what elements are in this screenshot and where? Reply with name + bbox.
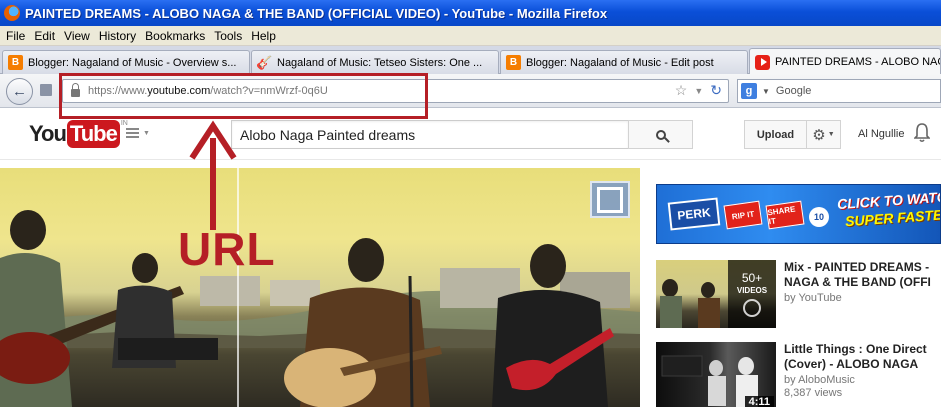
blogger-icon bbox=[506, 55, 521, 70]
url-annotation-label: URL bbox=[178, 223, 276, 275]
window-title: PAINTED DREAMS - ALOBO NAGA & THE BAND (… bbox=[25, 5, 608, 21]
settings-button[interactable]: ⚙ ▼ bbox=[806, 120, 841, 149]
guide-button[interactable]: ▼ bbox=[126, 128, 150, 138]
annotation-arrow-icon bbox=[189, 120, 237, 230]
ad-perk-logo: PERK bbox=[667, 197, 721, 231]
hamburger-menu-icon bbox=[126, 128, 139, 138]
list-item[interactable]: 50+ VIDEOS Mix - PAINTED DREAMS - NAGA &… bbox=[656, 260, 941, 330]
bookmark-star-icon[interactable]: ☆ bbox=[675, 82, 688, 99]
blogger-icon bbox=[8, 55, 23, 70]
watch-sidebar: PERK RIP IT SHARE IT 10 CLICK TO WATCH S… bbox=[640, 160, 941, 407]
menu-file[interactable]: File bbox=[6, 29, 25, 43]
video-thumbnail[interactable]: 4:11 bbox=[656, 342, 776, 407]
caret-down-icon[interactable]: ▼ bbox=[762, 87, 770, 96]
menu-view[interactable]: View bbox=[64, 29, 90, 43]
page-menu-icon[interactable] bbox=[40, 84, 52, 96]
youtube-logo[interactable]: You Tube IN bbox=[29, 120, 128, 148]
browser-search-box[interactable]: g ▼ Google bbox=[737, 79, 941, 103]
video-title-line-2[interactable]: (Cover) - ALOBO NAGA bbox=[784, 357, 941, 372]
video-thumbnail[interactable]: 50+ VIDEOS bbox=[656, 260, 776, 328]
tab-bar: Blogger: Nagaland of Music - Overview s.… bbox=[0, 46, 941, 75]
navigation-bar: ← https://www.youtube.com/watch?v=nmWrzf… bbox=[0, 74, 941, 108]
video-title-line-1[interactable]: Mix - PAINTED DREAMS - bbox=[784, 260, 941, 275]
tab-label: Blogger: Nagaland of Music - Overview s.… bbox=[28, 56, 237, 69]
dropdown-arrow-icon[interactable]: ▼ bbox=[694, 86, 703, 96]
reload-icon[interactable]: ↻ bbox=[710, 82, 722, 99]
list-item[interactable]: 4:11 Little Things : One Direct (Cover) … bbox=[656, 342, 941, 407]
caret-down-icon: ▼ bbox=[827, 131, 835, 138]
window-titlebar: PAINTED DREAMS - ALOBO NAGA & THE BAND (… bbox=[0, 0, 941, 26]
video-views: 8,387 views bbox=[784, 387, 843, 399]
menu-history[interactable]: History bbox=[99, 29, 136, 43]
tab-painted-dreams[interactable]: PAINTED DREAMS - ALOBO NAGA & bbox=[749, 48, 941, 75]
video-title-line-1[interactable]: Little Things : One Direct bbox=[784, 342, 941, 357]
video-byline: by YouTube bbox=[784, 292, 842, 304]
video-title-line-2[interactable]: NAGA & THE BAND (OFFI bbox=[784, 275, 941, 290]
back-button[interactable]: ← bbox=[6, 78, 33, 105]
video-byline: by AloboMusic bbox=[784, 374, 855, 386]
search-icon bbox=[655, 129, 666, 140]
youtube-header: You Tube IN ▼ Alobo Naga Painted dreams … bbox=[0, 108, 941, 160]
arrow-left-icon: ← bbox=[12, 83, 27, 100]
playlist-overlay: 50+ VIDEOS bbox=[728, 260, 776, 328]
tab-tetseo-sisters[interactable]: 🎸 Nagaland of Music: Tetseo Sisters: One… bbox=[251, 50, 499, 74]
search-engine-placeholder: Google bbox=[775, 85, 812, 97]
url-bar[interactable]: https://www.youtube.com/watch?v=nmWrzf-0… bbox=[62, 79, 729, 103]
tab-label: Nagaland of Music: Tetseo Sisters: One .… bbox=[277, 56, 483, 69]
tab-blogger-edit-post[interactable]: Blogger: Nagaland of Music - Edit post bbox=[500, 50, 748, 74]
mix-radio-icon bbox=[743, 299, 761, 317]
expand-icon[interactable] bbox=[590, 181, 630, 218]
video-frame-band bbox=[0, 168, 630, 407]
tab-label: Blogger: Nagaland of Music - Edit post bbox=[526, 56, 714, 69]
user-name[interactable]: Al Ngullie bbox=[858, 128, 904, 140]
youtube-search-input[interactable]: Alobo Naga Painted dreams bbox=[231, 120, 629, 149]
guitar-icon: 🎸 bbox=[256, 54, 273, 70]
video-player[interactable] bbox=[0, 168, 640, 407]
firefox-logo-icon bbox=[4, 5, 20, 21]
lock-icon bbox=[71, 83, 80, 97]
menu-help[interactable]: Help bbox=[251, 29, 276, 43]
ad-share-it-label: SHARE IT bbox=[765, 200, 805, 230]
menu-bookmarks[interactable]: Bookmarks bbox=[145, 29, 205, 43]
ad-banner[interactable]: PERK RIP IT SHARE IT 10 CLICK TO WATCH S… bbox=[656, 184, 941, 244]
youtube-search-button[interactable] bbox=[628, 120, 693, 149]
playlist-label: VIDEOS bbox=[736, 286, 768, 295]
ad-ten-badge: 10 bbox=[809, 207, 829, 227]
tab-blogger-overview[interactable]: Blogger: Nagaland of Music - Overview s.… bbox=[2, 50, 250, 74]
upload-button[interactable]: Upload bbox=[744, 120, 807, 149]
menu-tools[interactable]: Tools bbox=[214, 29, 242, 43]
video-duration: 4:11 bbox=[744, 396, 774, 407]
google-icon[interactable]: g bbox=[741, 83, 757, 99]
tab-label: PAINTED DREAMS - ALOBO NAGA & bbox=[775, 56, 940, 68]
notification-bell-icon[interactable] bbox=[914, 123, 930, 143]
ad-rip-it-label: RIP IT bbox=[723, 200, 763, 230]
caret-down-icon: ▼ bbox=[143, 129, 150, 137]
url-text[interactable]: https://www.youtube.com/watch?v=nmWrzf-0… bbox=[88, 85, 328, 97]
menu-edit[interactable]: Edit bbox=[34, 29, 55, 43]
gear-icon: ⚙ bbox=[812, 126, 826, 144]
playlist-count: 50+ bbox=[741, 271, 763, 285]
menu-bar: File Edit View History Bookmarks Tools H… bbox=[0, 26, 941, 46]
youtube-icon bbox=[755, 54, 770, 70]
